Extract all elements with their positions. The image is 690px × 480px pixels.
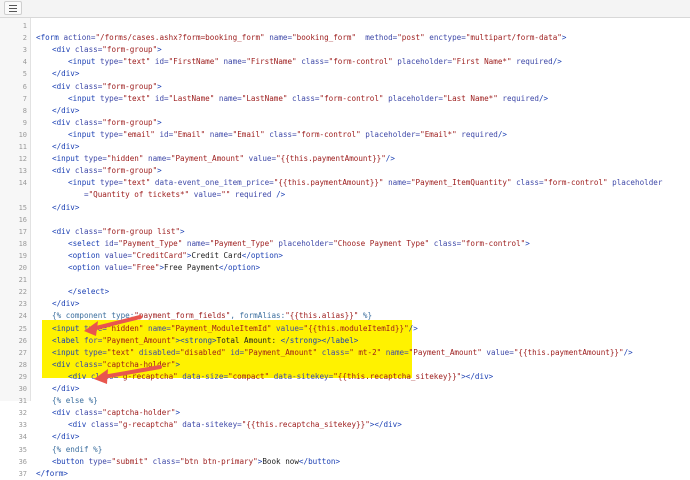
line-number: 33: [18, 421, 27, 430]
code-token: class=: [148, 456, 181, 466]
code-text: <div class="g-recaptcha" data-sitekey="{…: [68, 419, 402, 431]
code-token: </div>: [52, 432, 80, 442]
line-number: 35: [18, 445, 27, 454]
line-number: 37: [18, 469, 27, 478]
code-line: 32 <div class="captcha-holder">: [0, 407, 690, 419]
code-token: <div: [52, 408, 75, 418]
code-text: <div class="captcha-holder">: [52, 407, 180, 419]
code-token: "captcha-holder": [102, 408, 176, 418]
code-token: </button>: [298, 456, 341, 466]
code-token: class=: [74, 408, 103, 418]
code-text: <button type="submit" class="btn btn-pri…: [52, 456, 340, 468]
code-token: type=: [88, 456, 112, 466]
arrow-else-annotation: [84, 315, 162, 384]
code-text: </form>: [36, 468, 68, 480]
code-line: 36 <button type="submit" class="btn btn-p…: [0, 456, 690, 468]
code-token: "g-recaptcha": [118, 420, 178, 430]
code-token: "{{this.recaptcha_sitekey}}": [241, 420, 370, 430]
line-number: 34: [18, 433, 27, 442]
line-number: 32: [18, 409, 27, 418]
code-line: 35 {% endif %}: [0, 444, 690, 456]
code-text: {% endif %}: [52, 444, 102, 456]
code-token: class=: [90, 420, 119, 430]
code-token: "submit": [111, 456, 149, 466]
code-token: ></div>: [369, 420, 402, 430]
code-text: </div>: [52, 431, 79, 443]
code-token: <div: [68, 420, 91, 430]
code-token: >: [175, 408, 181, 418]
code-token: </form>: [36, 468, 69, 478]
code-editor[interactable]: 1 2 <form action="/forms/cases.ashx?form=b…: [0, 18, 690, 478]
code-token: "btn btn-primary": [180, 456, 258, 466]
code-token: Book now: [262, 456, 299, 466]
hamburger-menu-icon[interactable]: [4, 1, 22, 15]
code-line: 37 </form>: [0, 468, 690, 480]
editor-toolbar: [0, 0, 690, 18]
code-token: <button: [52, 456, 89, 466]
code-token: {% endif %}: [52, 444, 103, 454]
code-line: 33 <div class="g-recaptcha" data-sitekey=…: [0, 419, 690, 431]
code-token: data-sitekey=: [177, 420, 242, 430]
line-number: 36: [18, 457, 27, 466]
code-line: 34 </div>: [0, 431, 690, 443]
